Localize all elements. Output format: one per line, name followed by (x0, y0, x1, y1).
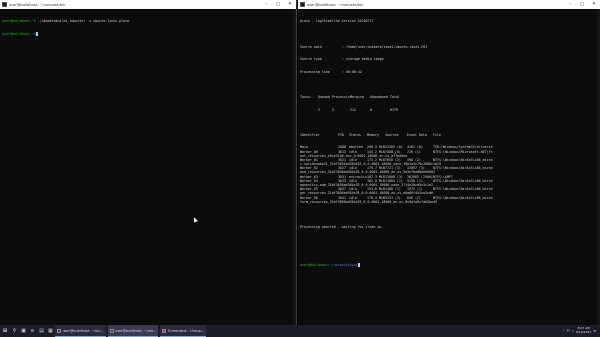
tasks-value: 6179 (390, 107, 398, 112)
worker-header: Event Data (407, 132, 427, 137)
info-value: : 00:00:42 (342, 69, 362, 74)
terminal-line: user@buildhost:~$ ./ubimetabuilds_import… (2, 19, 294, 23)
tasks-header: Total (390, 94, 400, 99)
worker-cell: NTFS:\Windows\WinSxS\x86_microsoft-windo… (433, 166, 493, 171)
tasks-values-row: 2 3 212 0 6179 (300, 108, 598, 112)
terminal-line: user@buildhost:~/unimeta/bin$ (300, 263, 598, 267)
info-value: : /home/user/unimeta/case1/ubuntu-case1.… (342, 44, 428, 49)
worker-header: Memory (367, 132, 379, 137)
right-terminal-output[interactable]: plaso - log2timeline version 20190717 So… (298, 9, 600, 277)
workers-header-row: Identifier PID Status Memory Sources Eve… (300, 133, 598, 137)
terminal-icon (300, 2, 305, 7)
worker-header: Status (349, 132, 361, 137)
terminal-icon (2, 2, 7, 7)
worker-cell: NTFS:\Windows\WinSxS\x86_microsoft-windo… (433, 157, 493, 162)
taskbar-app-label: user@buildhost: ~/uni... (62, 328, 104, 333)
maximize-button[interactable]: □ (272, 0, 284, 9)
status-line: Processing aborted - waiting for clean u… (300, 224, 384, 229)
search-icon[interactable]: ⚲ (10, 325, 19, 337)
prompt-user: user@buildhost (2, 19, 30, 24)
info-label: Source path (300, 44, 322, 49)
terminal-icon (57, 328, 61, 333)
right-window-title: user@buildhost: ~/unimeta/bin (307, 2, 364, 7)
start-button[interactable]: ⊞ (0, 325, 10, 337)
minimize-button[interactable]: – (564, 0, 576, 9)
info-label: Processing time (300, 69, 330, 74)
left-scrollbar[interactable] (293, 9, 296, 325)
task-view-icon[interactable]: ▣ (19, 325, 28, 337)
worker-cell: NTFS:\Windows\Microsoft.NET\Framework (433, 149, 493, 154)
tasks-value: 2 (318, 107, 320, 112)
left-titlebar[interactable]: user@buildhost: ~/unimeta/bin – □ ✕ (0, 0, 296, 9)
close-button[interactable]: ✕ (284, 0, 296, 9)
minimize-button[interactable]: – (260, 0, 272, 9)
tasks-header-row: Tasks: Queued Processing Merging Abandon… (300, 95, 598, 99)
tasks-value: 212 (350, 107, 356, 112)
taskbar-app-label: user@buildhost: ~/uni... (115, 328, 157, 333)
worker-header: File (433, 132, 441, 137)
info-row: Source type : storage media image (300, 57, 598, 61)
left-terminal-window[interactable]: user@buildhost: ~/unimeta/bin – □ ✕ user… (0, 0, 297, 325)
terminal-icon (109, 328, 114, 333)
taskbar-app-terminal-1[interactable]: user@buildhost: ~/uni... (55, 325, 106, 337)
screenshot-icon (162, 328, 167, 333)
left-terminal-output[interactable]: user@buildhost:~$ ./ubimetabuilds_import… (0, 9, 296, 47)
worker-cell: 726 (1) (407, 149, 421, 154)
prompt-user: user@buildhost (300, 262, 328, 267)
network-icon[interactable]: ☷ (567, 329, 570, 333)
command-text: ./ubimetabuilds_importer -s ubuntu-linux… (35, 19, 130, 24)
file-explorer-icon[interactable]: ▤ (37, 325, 46, 337)
plaso-header: plaso - log2timeline version 20190717 (300, 19, 374, 24)
store-icon[interactable]: ▦ (46, 325, 55, 337)
clock[interactable]: 8:07 AM 8/19/2021 (575, 326, 592, 335)
taskbar-app-terminal-2[interactable]: user@buildhost: ~/uni... (107, 325, 159, 337)
info-value: : storage media image (342, 57, 384, 62)
text-cursor (357, 263, 360, 267)
info-row: Source path : /home/user/unimeta/case1/ub… (300, 45, 598, 49)
tasks-value (300, 108, 318, 112)
tasks-header: Queued (318, 94, 330, 99)
maximize-button[interactable]: □ (576, 0, 588, 9)
prompt-path: :~/unimeta/bin$ (327, 262, 358, 267)
right-terminal-window[interactable]: user@buildhost: ~/unimeta/bin – □ ✕ plas… (298, 0, 600, 325)
worker-header: Identifier (300, 132, 320, 137)
tasks-header: Abandoned (370, 94, 388, 99)
edge-icon[interactable]: e (28, 325, 37, 337)
prompt-user: user@buildhost (2, 32, 30, 36)
tasks-value: 0 (370, 107, 372, 112)
tasks-value: 3 (332, 107, 334, 112)
close-button[interactable]: ✕ (588, 0, 600, 9)
worker-row: form_resources_31bf3856ad364e35_6.0.6001… (300, 200, 598, 204)
tasks-header: Tasks: (300, 94, 312, 99)
worker-cell: form_resources_31bf3856ad364e35_6.0.6001… (300, 199, 437, 204)
volume-icon[interactable]: ♪ (572, 329, 574, 333)
worker-header: Sources (385, 132, 399, 137)
terminal-line: user@buildhost:~$ (2, 32, 294, 36)
right-titlebar[interactable]: user@buildhost: ~/unimeta/bin – □ ✕ (298, 0, 600, 9)
tasks-header: Processing (332, 94, 350, 99)
system-tray: ⌃ ☷ ♪ 8:07 AM 8/19/2021 ✉ (562, 326, 600, 335)
worker-cell: NTFS:\Windows\WinSxS\x86_microsoft-windo… (433, 178, 493, 183)
info-label: Source type (300, 57, 322, 62)
info-row: Processing time : 00:00:42 (300, 70, 598, 74)
taskbar-app-label: Screenshot - Unsup... (167, 328, 205, 333)
clock-date: 8/19/2021 (575, 330, 592, 334)
taskbar: ⊞ ⚲ ▣ e ▤ ▦ user@buildhost: ~/uni... use… (0, 325, 600, 337)
chevron-up-icon[interactable]: ⌃ (562, 329, 565, 333)
taskbar-app-screenshot[interactable]: Screenshot - Unsup... (160, 325, 207, 337)
worker-cell: NTFS:\Windows\WinSxS\x86_microsoft-windo… (433, 187, 493, 192)
text-cursor (35, 32, 38, 36)
worker-header: PID (338, 132, 344, 137)
worker-cell: NTFS:\Windows\WinSxS\x86_microsoft-windo… (433, 195, 493, 200)
notifications-icon[interactable]: ✉ (593, 329, 596, 333)
tasks-header: Merging (350, 94, 364, 99)
left-window-title: user@buildhost: ~/unimeta/bin (9, 2, 66, 7)
workers-table-body: Main 2880 aborted 209.3 MiB 23485 (0) 4161 (0… (300, 145, 598, 204)
